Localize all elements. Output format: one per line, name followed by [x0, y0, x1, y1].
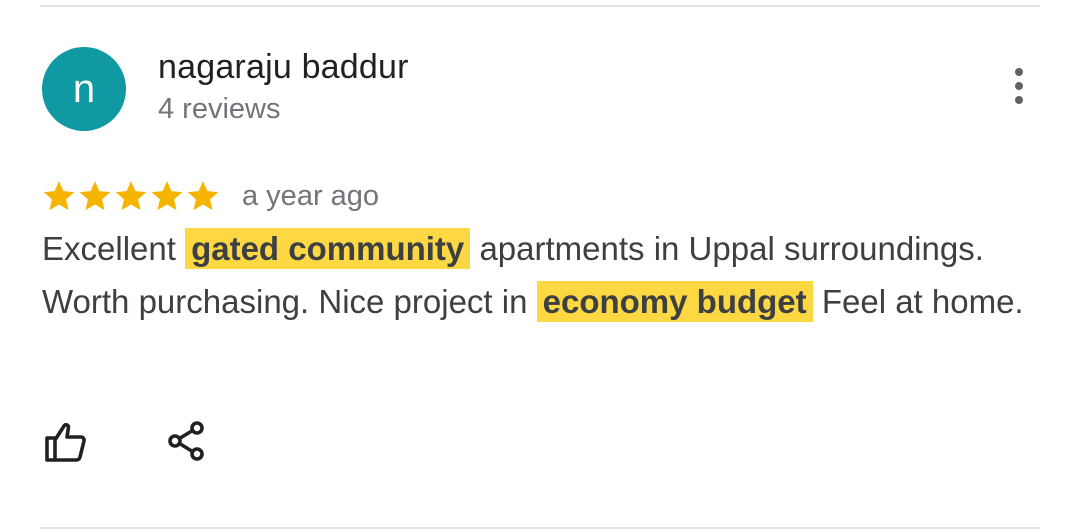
star-icon — [187, 181, 219, 211]
share-button[interactable] — [162, 416, 212, 466]
review-text-part: Feel at home. — [812, 283, 1024, 320]
review-count: 4 reviews — [158, 93, 281, 125]
more-dot — [1015, 82, 1023, 90]
star-icon — [151, 181, 183, 211]
top-divider — [40, 5, 1040, 7]
rating-row: a year ago — [42, 176, 379, 216]
review-date: a year ago — [242, 179, 380, 212]
more-vert-icon[interactable] — [1002, 62, 1036, 110]
bottom-divider — [40, 527, 1040, 529]
highlighted-keyword: gated community — [185, 228, 471, 269]
more-dot — [1015, 96, 1023, 104]
highlighted-keyword: economy budget — [536, 281, 813, 322]
more-dot — [1015, 68, 1023, 76]
thumb-up-icon — [45, 422, 86, 462]
review-text: Excellent gated community apartments in … — [42, 222, 1042, 328]
star-rating — [42, 179, 220, 213]
reviewer-name[interactable]: nagaraju baddur — [158, 48, 409, 87]
star-icon — [79, 181, 111, 211]
review-text-part: Excellent — [42, 230, 186, 267]
review-card: n nagaraju baddur 4 reviews a year ago E… — [0, 0, 1080, 531]
like-button[interactable] — [40, 416, 90, 466]
avatar[interactable]: n — [42, 47, 126, 131]
star-icon — [43, 181, 75, 211]
star-icon — [115, 181, 147, 211]
share-icon — [168, 421, 204, 461]
